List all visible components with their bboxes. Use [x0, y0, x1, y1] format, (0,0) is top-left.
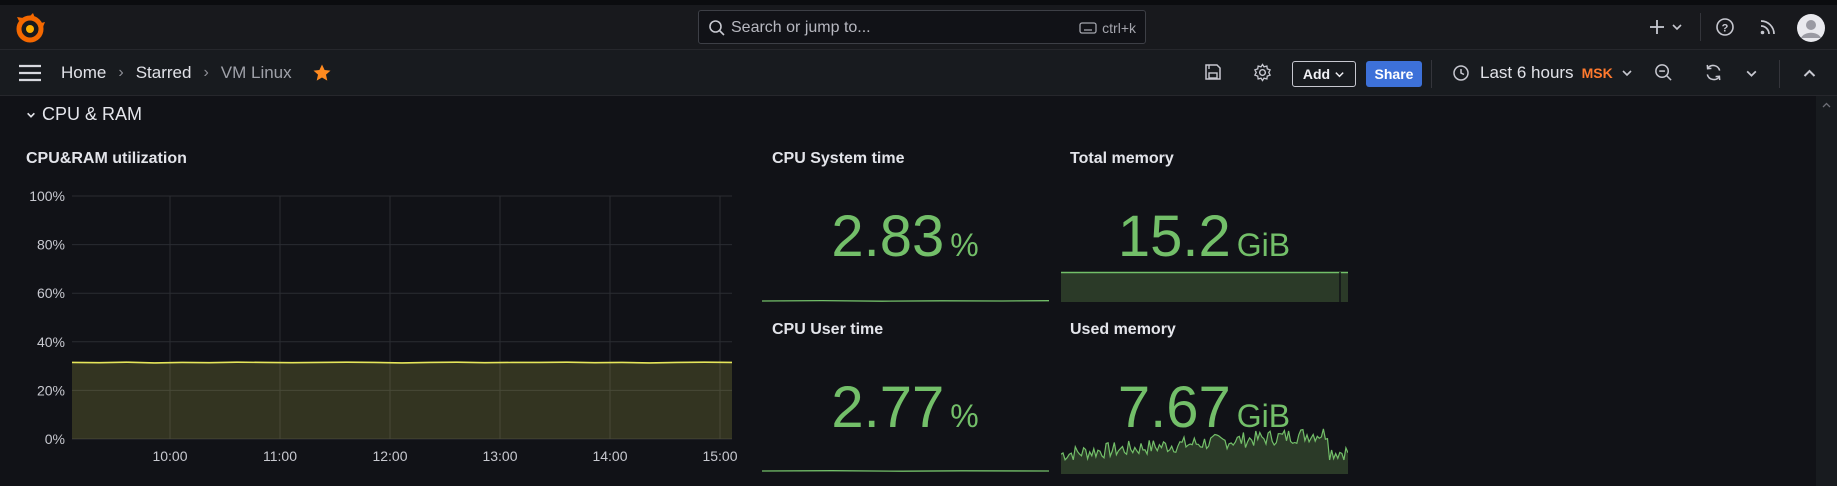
stat-unit: %: [950, 398, 979, 434]
refresh-interval-chevron-icon[interactable]: [1745, 67, 1758, 80]
user-avatar-icon: [1797, 14, 1825, 42]
svg-text:?: ?: [1722, 23, 1729, 35]
chevron-down-icon: [27, 112, 35, 118]
chevron-down-icon: [1622, 70, 1632, 77]
divider: [1779, 60, 1780, 88]
sparkline-area: [1061, 428, 1348, 474]
grafana-logo[interactable]: [14, 13, 46, 45]
share-button[interactable]: Share: [1366, 61, 1422, 87]
stat-value: 15.2: [1117, 204, 1231, 269]
stat-cpu-user: 2.77%: [762, 374, 1048, 441]
divider: [1700, 13, 1701, 41]
y-tick-label: 0%: [45, 431, 65, 447]
panel-title-cpu-ram[interactable]: CPU&RAM utilization: [26, 150, 187, 168]
save-icon[interactable]: [1204, 63, 1222, 81]
row-title: CPU & RAM: [42, 104, 143, 124]
stat-total-memory: 15.2 GiB: [1061, 203, 1347, 270]
chevron-down-icon: [1672, 24, 1682, 31]
stat-cpu-system: 2.83%: [762, 203, 1048, 270]
collapse-chevron-up-icon[interactable]: [1802, 66, 1817, 81]
news-button[interactable]: [1759, 12, 1777, 42]
panel-title-cpu-system[interactable]: CPU System time: [772, 150, 905, 168]
new-menu-button[interactable]: [1648, 12, 1684, 42]
y-tick-label: 100%: [29, 188, 65, 204]
dashboard-navbar: Home › Starred › VM Linux Add Share Last…: [0, 50, 1837, 96]
chevron-right-icon: ›: [203, 64, 209, 81]
help-button[interactable]: ?: [1715, 12, 1735, 42]
series-area: [72, 362, 732, 439]
divider: [1431, 60, 1432, 88]
scrollbar[interactable]: [1816, 96, 1837, 486]
sparkline-total-memory: [1061, 271, 1348, 302]
timezone-badge: MSK: [1581, 65, 1613, 81]
search-placeholder: Search or jump to...: [731, 19, 871, 36]
keyboard-icon: [1079, 22, 1097, 34]
chevron-down-icon: [1335, 71, 1344, 77]
sparkline-cpu-user: [762, 470, 1049, 472]
top-bar: Search or jump to... ctrl+k ?: [0, 0, 1837, 50]
y-tick-label: 60%: [37, 285, 65, 301]
panel-title-used-memory[interactable]: Used memory: [1070, 321, 1176, 339]
time-range-label: Last 6 hours: [1480, 63, 1574, 82]
breadcrumb: Home › Starred › VM Linux: [61, 63, 332, 83]
breadcrumb-home[interactable]: Home: [61, 63, 106, 83]
stat-value: 2.77: [831, 375, 945, 440]
search-shortcut: ctrl+k: [1079, 20, 1136, 36]
breadcrumb-current: VM Linux: [220, 63, 292, 82]
plus-icon: [1650, 20, 1664, 34]
scroll-up-icon: [1822, 102, 1831, 108]
x-tick-label: 12:00: [372, 448, 407, 464]
add-button[interactable]: Add: [1292, 61, 1356, 87]
row-header[interactable]: CPU & RAM: [26, 104, 142, 125]
y-tick-label: 40%: [37, 334, 65, 350]
x-tick-label: 13:00: [482, 448, 517, 464]
y-tick-label: 80%: [37, 237, 65, 253]
refresh-icon[interactable]: [1704, 63, 1723, 82]
x-tick-label: 14:00: [592, 448, 627, 464]
shortcut-text: ctrl+k: [1102, 20, 1136, 36]
clock-icon: [1453, 65, 1469, 81]
series-segment: [126, 361, 155, 364]
x-tick-label: 11:00: [263, 448, 297, 464]
search-input[interactable]: Search or jump to... ctrl+k: [698, 10, 1146, 44]
share-label: Share: [1374, 66, 1414, 82]
add-label: Add: [1302, 66, 1331, 82]
panel-title-cpu-user[interactable]: CPU User time: [772, 321, 883, 339]
stat-value: 2.83: [831, 204, 945, 269]
x-tick-label: 10:00: [152, 448, 187, 464]
sparkline-used-memory: [1061, 428, 1348, 474]
breadcrumb-starred[interactable]: Starred: [136, 63, 192, 83]
x-tick-label: 15:00: [702, 448, 737, 464]
chevron-right-icon: ›: [118, 64, 124, 81]
y-tick-label: 20%: [37, 382, 65, 398]
star-icon[interactable]: [312, 63, 332, 83]
panel-title-total-memory[interactable]: Total memory: [1070, 150, 1174, 168]
zoom-out-icon[interactable]: [1654, 63, 1673, 82]
stat-unit: GiB: [1236, 227, 1291, 263]
search-icon: [709, 20, 725, 36]
cpu-ram-chart[interactable]: 0% 20% 40% 60% 80% 100% 10:00 11:00 12:00 13:00 14…: [0, 180, 750, 480]
menu-icon[interactable]: [18, 64, 42, 82]
help-icon: ?: [1716, 18, 1734, 36]
gear-icon[interactable]: [1253, 63, 1272, 82]
time-picker[interactable]: Last 6 hours MSK: [1452, 63, 1633, 83]
avatar[interactable]: [1797, 13, 1825, 43]
rss-icon: [1760, 20, 1775, 35]
stat-unit: %: [950, 227, 979, 263]
sparkline-cpu-system: [762, 299, 1049, 302]
